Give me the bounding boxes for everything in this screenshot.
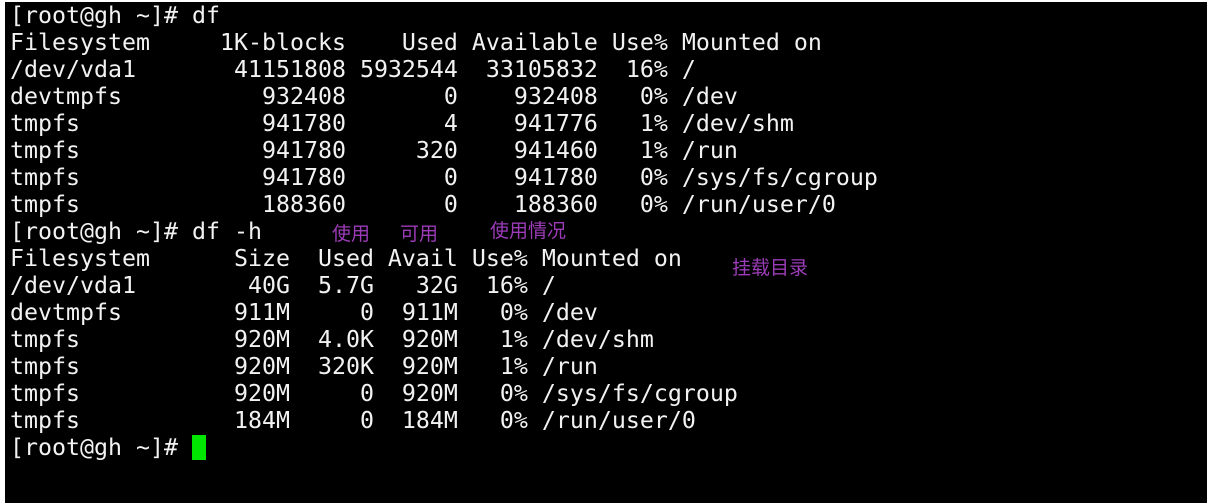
table-row: tmpfs 941780 4 941776 1% /dev/shm [10,110,794,137]
table-row: tmpfs 184M 0 184M 0% /run/user/0 [10,407,696,434]
table-row: /dev/vda1 40G 5.7G 32G 16% / [10,272,556,299]
table-row: tmpfs 188360 0 188360 0% /run/user/0 [10,191,836,218]
annotation-used: 使用 [332,223,371,245]
terminal-window[interactable]: [root@gh ~]# df Filesystem 1K-blocks Use… [5,2,1207,503]
table-header: Filesystem 1K-blocks Used Available Use%… [10,29,822,56]
annotation-mount-directory: 挂载目录 [732,257,809,279]
prompt-text: [root@gh ~]# [10,434,192,461]
cursor [191,435,206,460]
annotation-available: 可用 [400,223,439,245]
table-row: /dev/vda1 41151808 5932544 33105832 16% … [10,56,696,83]
table-row: tmpfs 941780 0 941780 0% /sys/fs/cgroup [10,164,878,191]
command-line: [root@gh ~]# df -h [10,218,262,245]
table-row: devtmpfs 911M 0 911M 0% /dev [10,299,598,326]
table-row: tmpfs 920M 4.0K 920M 1% /dev/shm [10,326,654,353]
table-header: Filesystem Size Used Avail Use% Mounted … [10,245,682,272]
df-h-output-block: [root@gh ~]# df -h Filesystem Size Used … [10,218,1207,434]
df-output-block: [root@gh ~]# df Filesystem 1K-blocks Use… [10,2,1207,218]
table-row: tmpfs 920M 320K 920M 1% /run [10,353,598,380]
table-row: devtmpfs 932408 0 932408 0% /dev [10,83,738,110]
prompt-line[interactable]: [root@gh ~]# [10,434,1207,461]
table-row: tmpfs 941780 320 941460 1% /run [10,137,738,164]
command-line: [root@gh ~]# df [10,2,220,29]
table-row: tmpfs 920M 0 920M 0% /sys/fs/cgroup [10,380,738,407]
annotation-usage: 使用情况 [490,220,567,242]
